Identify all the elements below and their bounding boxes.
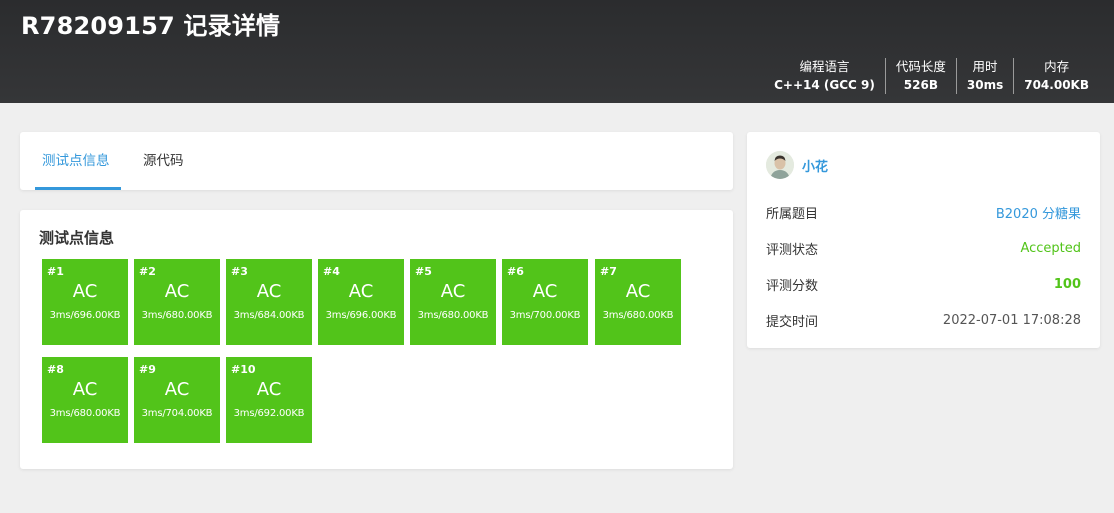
avatar[interactable] (766, 151, 794, 179)
test-case-id: #2 (139, 265, 156, 278)
test-case-meta: 3ms/704.00KB (141, 408, 213, 419)
test-cases-card: 测试点信息 #1 AC 3ms/696.00KB #2 AC 3ms/680.0… (20, 210, 733, 469)
test-case-status: AC (72, 281, 98, 302)
test-case[interactable]: #2 AC 3ms/680.00KB (134, 259, 220, 345)
test-case[interactable]: #9 AC 3ms/704.00KB (134, 357, 220, 443)
user-row: 小花 (766, 151, 828, 179)
test-case-meta: 3ms/696.00KB (49, 310, 121, 321)
test-case[interactable]: #10 AC 3ms/692.00KB (226, 357, 312, 443)
stat-language: 编程语言 C++14 (GCC 9) (764, 58, 885, 94)
test-case[interactable]: #1 AC 3ms/696.00KB (42, 259, 128, 345)
stat-label: 编程语言 (799, 59, 850, 74)
test-case-id: #5 (415, 265, 432, 278)
stat-memory: 内存 704.00KB (1013, 58, 1096, 94)
page-title: R78209157 记录详情 (21, 12, 281, 40)
judge-score: 100 (1053, 276, 1081, 292)
test-case-status: AC (348, 281, 374, 302)
test-case-meta: 3ms/680.00KB (49, 408, 121, 419)
info-row-problem: 所属题目 B2020 分糖果 (766, 202, 1081, 222)
test-case-id: #3 (231, 265, 248, 278)
tab-source-code[interactable]: 源代码 (143, 132, 184, 190)
test-case[interactable]: #3 AC 3ms/684.00KB (226, 259, 312, 345)
test-case-status: AC (440, 281, 466, 302)
judge-status: Accepted (1020, 240, 1081, 256)
test-case-status: AC (256, 379, 282, 400)
test-case-meta: 3ms/680.00KB (417, 310, 489, 321)
test-case-id: #4 (323, 265, 340, 278)
problem-link[interactable]: B2020 分糖果 (996, 203, 1081, 222)
test-case-meta: 3ms/696.00KB (325, 310, 397, 321)
test-case[interactable]: #6 AC 3ms/700.00KB (502, 259, 588, 345)
stat-value: 526B (903, 78, 938, 92)
test-case-id: #9 (139, 363, 156, 376)
test-case-status: AC (532, 281, 558, 302)
test-case-status: AC (256, 281, 282, 302)
stat-value: 704.00KB (1024, 78, 1089, 92)
stat-label: 代码长度 (895, 59, 946, 74)
test-case-id: #7 (600, 265, 617, 278)
test-case-meta: 3ms/684.00KB (233, 310, 305, 321)
info-label: 提交时间 (766, 314, 819, 330)
info-row-score: 评测分数 100 (766, 274, 1081, 294)
info-label: 所属题目 (766, 206, 819, 222)
section-title: 测试点信息 (39, 229, 115, 247)
test-case-id: #8 (47, 363, 64, 376)
record-info-card: 小花 所属题目 B2020 分糖果 评测状态 Accepted 评测分数 100… (747, 132, 1100, 348)
test-case[interactable]: #8 AC 3ms/680.00KB (42, 357, 128, 443)
info-label: 评测状态 (766, 242, 819, 258)
tab-test-cases[interactable]: 测试点信息 (42, 132, 110, 190)
active-tab-indicator (35, 187, 121, 190)
tabs-card: 测试点信息 源代码 (20, 132, 733, 190)
test-case-meta: 3ms/680.00KB (141, 310, 213, 321)
test-case-status: AC (164, 281, 190, 302)
test-case-meta: 3ms/680.00KB (602, 310, 674, 321)
avatar-image (766, 151, 794, 179)
stat-label: 用时 (972, 59, 998, 74)
test-case-id: #10 (231, 363, 256, 376)
info-row-status: 评测状态 Accepted (766, 238, 1081, 258)
stat-code-length: 代码长度 526B (884, 58, 956, 94)
info-row-submit-time: 提交时间 2022-07-01 17:08:28 (766, 310, 1081, 330)
submit-time: 2022-07-01 17:08:28 (942, 312, 1081, 328)
test-case-status: AC (625, 281, 651, 302)
test-case-meta: 3ms/700.00KB (509, 310, 581, 321)
stat-value: 30ms (966, 78, 1004, 92)
record-stats: 编程语言 C++14 (GCC 9) 代码长度 526B 用时 30ms 内存 … (764, 58, 1096, 94)
test-case-id: #6 (507, 265, 524, 278)
test-case-meta: 3ms/692.00KB (233, 408, 305, 419)
test-case[interactable]: #4 AC 3ms/696.00KB (318, 259, 404, 345)
stat-time: 用时 30ms (955, 58, 1013, 94)
test-case-id: #1 (47, 265, 64, 278)
page-header: R78209157 记录详情 编程语言 C++14 (GCC 9) 代码长度 5… (0, 0, 1114, 103)
stat-label: 内存 (1044, 59, 1070, 74)
username-link[interactable]: 小花 (802, 156, 828, 175)
test-case[interactable]: #5 AC 3ms/680.00KB (410, 259, 496, 345)
stat-value: C++14 (GCC 9) (774, 78, 875, 92)
test-case-status: AC (72, 379, 98, 400)
info-label: 评测分数 (766, 278, 819, 294)
test-case-status: AC (164, 379, 190, 400)
test-case[interactable]: #7 AC 3ms/680.00KB (595, 259, 681, 345)
